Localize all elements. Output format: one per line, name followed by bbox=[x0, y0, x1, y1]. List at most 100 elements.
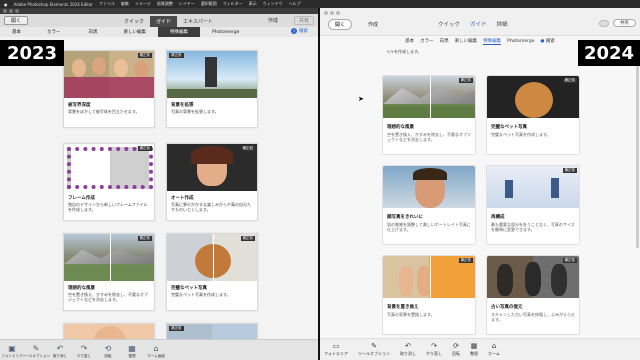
menu-select[interactable]: 選択範囲 bbox=[201, 1, 217, 7]
menu-layer[interactable]: レイヤー bbox=[179, 1, 195, 7]
open-button[interactable]: 開く bbox=[328, 19, 353, 30]
share-button[interactable]: 共有 bbox=[293, 16, 314, 25]
menu-edit[interactable]: 編集 bbox=[121, 1, 129, 7]
card-title: オート作成 bbox=[171, 196, 194, 201]
rotate-button[interactable]: ⟳ 回転 bbox=[452, 342, 460, 357]
organizer-button[interactable]: ▦ 整理 bbox=[120, 344, 144, 359]
card-recompose[interactable]: 補正前 再構成 最も重要な部分を失うことなく、写真のサイズを簡単に変更できます。 bbox=[486, 165, 580, 245]
app-name: Adobe Photoshop Elements 2024 Editor bbox=[13, 1, 93, 7]
card-perfect-landscape[interactable]: 補正前 理想的な風景 空を置き換え、かすみを除去し、不要なオブジェクトなどを消去… bbox=[382, 75, 476, 155]
card-desc: 写真の背景を置換します。 bbox=[387, 312, 435, 317]
home-button[interactable]: ⌂ ホーム bbox=[488, 342, 500, 357]
search-help[interactable]: ● 検索 bbox=[541, 38, 555, 44]
menu-image[interactable]: イメージ bbox=[135, 1, 151, 7]
tab-basic[interactable]: 基本 bbox=[0, 27, 33, 37]
top-right-controls: 共有 bbox=[599, 19, 636, 27]
top-toolbar: 開く クイック ガイド エキスパート 作成 共有 bbox=[0, 14, 318, 27]
menu-file[interactable]: ファイル bbox=[99, 1, 115, 7]
organizer-button[interactable]: ▦ 整理 bbox=[470, 342, 478, 357]
zoom-window-button[interactable] bbox=[336, 11, 340, 15]
minimize-window-button[interactable] bbox=[9, 9, 13, 13]
tab-bw[interactable]: 白黒 bbox=[440, 38, 449, 44]
mode-expert[interactable]: エキスパート bbox=[177, 16, 219, 27]
apple-icon[interactable]: ● bbox=[4, 2, 8, 7]
before-tag: 補正前 bbox=[562, 78, 577, 83]
card-desc: 写真に夢のかかるな楽しみからや真の自分たちものいとくします。 bbox=[171, 202, 251, 212]
tool-options-icon: ✎ bbox=[32, 344, 40, 353]
create-button[interactable]: 作成 bbox=[268, 17, 278, 24]
card-desc: 最も重要な部分を失うことなく、写真のサイズを簡単に変更できます。 bbox=[491, 222, 575, 232]
tab-fun[interactable]: 楽しい編集 bbox=[455, 38, 478, 44]
tool-label: 回転 bbox=[104, 354, 112, 358]
close-window-button[interactable] bbox=[324, 11, 328, 15]
before-tag: 補正前 bbox=[169, 326, 184, 331]
card-restore-old-photo[interactable]: 補正前 古い写真の復元 スキャンした古い写真を修復し、よみがえらせます。 bbox=[486, 255, 580, 335]
photo-bin-button[interactable]: ▣ フォトエリア bbox=[0, 344, 24, 359]
home-screen-button[interactable]: ⌂ ホーム画面 bbox=[144, 344, 168, 359]
tab-color[interactable]: カラー bbox=[33, 27, 75, 37]
theme-toggle[interactable] bbox=[599, 19, 609, 27]
card-perfect-landscape[interactable]: 補正前 理想的な風景 空を置き換え、かすみを除去し、不要なオブジェクトなどを消去… bbox=[63, 233, 155, 311]
tool-label: 整理 bbox=[128, 354, 136, 358]
before-tag: 補正前 bbox=[562, 168, 577, 173]
undo-button[interactable]: ↶ 取り消し bbox=[400, 342, 416, 357]
open-button[interactable]: 開く bbox=[4, 16, 29, 25]
menu-view[interactable]: 表示 bbox=[249, 1, 257, 7]
tab-photomerge[interactable]: Photomerge bbox=[200, 27, 251, 37]
menu-window[interactable]: ウィンドウ bbox=[263, 1, 283, 7]
search-help[interactable]: ? 検索 bbox=[291, 28, 308, 34]
tool-options-button[interactable]: ✎ ツールオプション bbox=[22, 344, 50, 359]
mode-expert[interactable]: 詳細 bbox=[497, 20, 508, 28]
tool-label: フォトエリア bbox=[324, 351, 348, 356]
close-window-button[interactable] bbox=[3, 9, 7, 13]
photo-bin-button[interactable]: ▭ フォトエリア bbox=[324, 342, 348, 357]
create-button[interactable]: 作成 bbox=[368, 21, 378, 28]
guided-grid: イルを作成します。 補正前 理想的な風景 空を置き換え、かすみを除去し、不要なオ… bbox=[320, 46, 640, 346]
tab-fun[interactable]: 楽しい編集 bbox=[112, 27, 159, 37]
card-title: 完璧なペット写真 bbox=[171, 286, 207, 291]
card-replace-background[interactable]: 補正前 背景を置き換え 写真の背景を置換します。 bbox=[382, 255, 476, 335]
zoom-window-button[interactable] bbox=[15, 9, 19, 13]
card-extend-background[interactable]: 補正前 背景を拡張 写真の背景を拡張します。 bbox=[166, 50, 258, 128]
before-tag: 補正前 bbox=[240, 236, 255, 241]
top-toolbar: 開く 作成 クイック ガイド 詳細 共有 bbox=[320, 8, 640, 36]
tool-label: 整理 bbox=[470, 351, 478, 356]
tab-basic[interactable]: 基本 bbox=[405, 38, 414, 44]
card-beautify-face[interactable]: 顔写真をきれいに 肌の質感を調整して美しいポートレイト写真に仕上げます。 bbox=[382, 165, 476, 245]
tool-label: 取り消し bbox=[53, 354, 67, 358]
card-title: 背景を拡張 bbox=[171, 103, 194, 108]
minimize-window-button[interactable] bbox=[330, 11, 334, 15]
tool-options-button[interactable]: ✎ ツールオプション bbox=[358, 342, 390, 357]
tool-options-icon: ✎ bbox=[371, 342, 377, 350]
card-perfect-pet[interactable]: 補正前 完璧なペット写真 完璧なペット写真を作成します。 bbox=[486, 75, 580, 155]
card-auto-creation[interactable]: 補正前 オート作成 写真に夢のかかるな楽しみからや真の自分たちものいとくします。 bbox=[166, 143, 258, 221]
tab-photomerge[interactable]: Photomerge bbox=[507, 39, 534, 44]
menu-help[interactable]: ヘルプ bbox=[289, 1, 301, 7]
menu-enhance[interactable]: 画質調整 bbox=[157, 1, 173, 7]
mode-guided[interactable]: ガイド bbox=[470, 20, 487, 28]
card-perfect-pet[interactable]: 補正前 完璧なペット写真 完璧なペット写真を作成します。 bbox=[166, 233, 258, 311]
tab-color[interactable]: カラー bbox=[420, 38, 434, 44]
vertical-scrollbar[interactable] bbox=[636, 48, 639, 248]
organizer-icon: ▦ bbox=[470, 342, 478, 350]
tool-label: 取り消し bbox=[400, 351, 416, 356]
mode-quick[interactable]: クイック bbox=[118, 16, 150, 27]
menu-filter[interactable]: フィルター bbox=[223, 1, 243, 7]
card-image bbox=[64, 234, 154, 282]
tab-special[interactable]: 特殊編集 bbox=[483, 38, 502, 45]
tab-bw[interactable]: 白黒 bbox=[75, 27, 112, 37]
redo-button[interactable]: ↷ やり直し bbox=[72, 344, 96, 359]
card-depth-of-field[interactable]: 補正前 被写界深度 背景をぼかして被写体を目立たせます。 bbox=[63, 50, 155, 128]
tool-label: ツールオプション bbox=[22, 354, 50, 358]
category-tabs: 基本 カラー 白黒 楽しい編集 特殊編集 Photomerge ? 検索 bbox=[0, 27, 318, 37]
mode-guided[interactable]: ガイド bbox=[150, 16, 178, 27]
share-button[interactable]: 共有 bbox=[613, 19, 636, 27]
tab-special[interactable]: 特殊編集 bbox=[158, 27, 200, 37]
undo-button[interactable]: ↶ 取り消し bbox=[48, 344, 72, 359]
card-title: 背景を置き換え bbox=[387, 305, 419, 310]
rotate-button[interactable]: ⟲ 回転 bbox=[96, 344, 120, 359]
card-frame-creator[interactable]: 補正前 フレーム作成 独自のデザインから新しいフレームファイルを作成します。 bbox=[63, 143, 155, 221]
tool-label: ツールオプション bbox=[358, 351, 390, 356]
redo-button[interactable]: ↷ やり直し bbox=[426, 342, 442, 357]
mode-quick[interactable]: クイック bbox=[438, 20, 460, 28]
